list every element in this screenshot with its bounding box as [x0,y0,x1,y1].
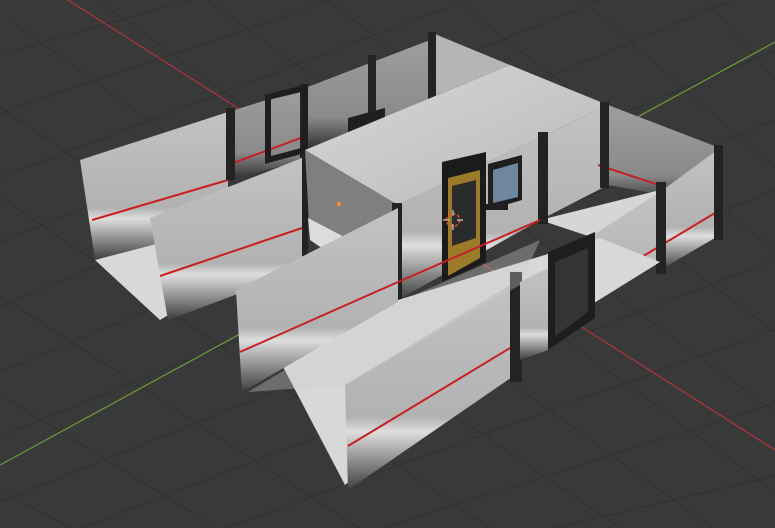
pillar [368,55,376,115]
scene-canvas[interactable] [0,0,775,528]
pillar [656,182,666,274]
central-door-window [452,180,476,246]
window-glass [493,163,518,203]
object-origin-dot[interactable] [336,201,342,207]
pillar [538,132,548,224]
window-sill [486,204,508,210]
3d-viewport[interactable] [0,0,775,528]
pillar [600,102,609,188]
pillar [226,108,235,180]
pillar [714,145,723,240]
corridor-door-side-wall [520,268,548,360]
pillar [428,32,436,102]
